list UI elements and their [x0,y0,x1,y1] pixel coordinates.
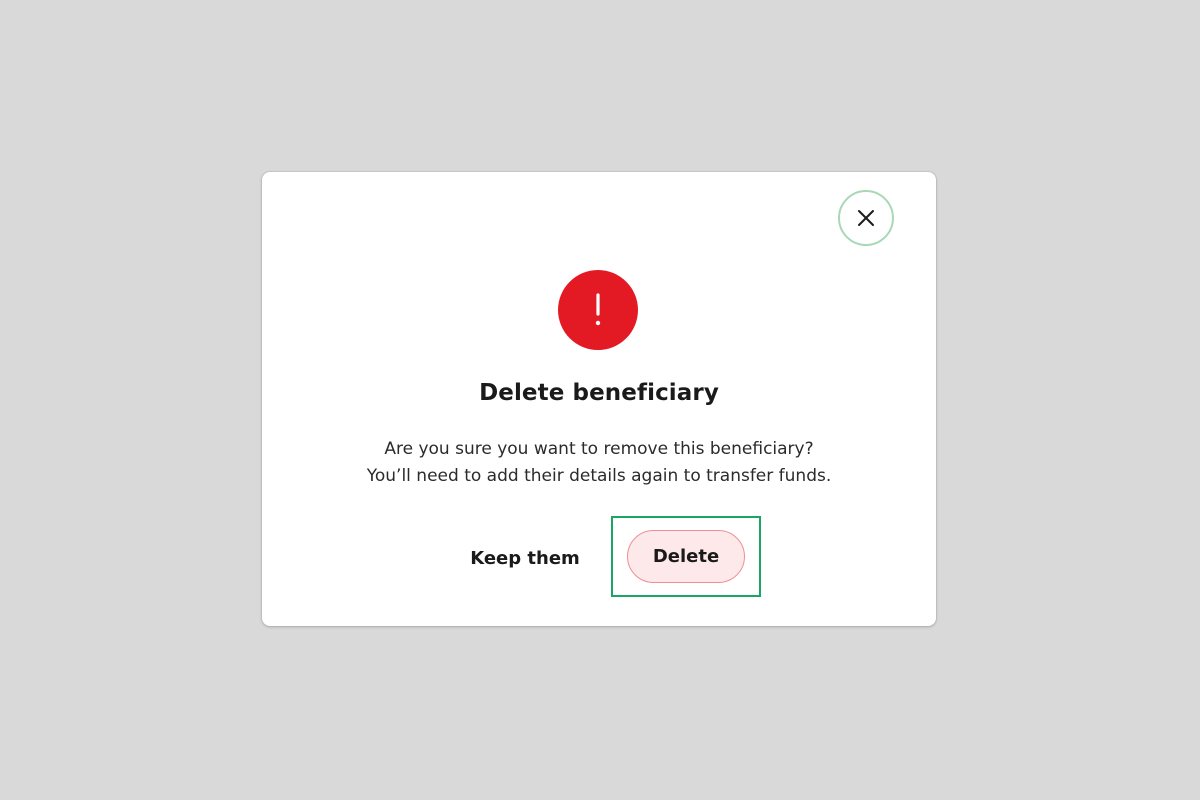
close-button[interactable] [838,190,894,246]
exclamation-icon [595,293,601,326]
dialog-message: Are you sure you want to remove this ben… [262,436,936,490]
delete-beneficiary-dialog: Delete beneficiary Are you sure you want… [262,172,936,626]
alert-badge [558,270,638,350]
message-line: You’ll need to add their details again t… [366,466,832,486]
keep-them-button[interactable]: Keep them [460,538,590,578]
dialog-title: Delete beneficiary [479,380,719,406]
delete-button[interactable]: Delete [627,530,745,583]
message-line: Are you sure you want to remove this ben… [384,439,814,459]
close-icon [858,210,874,226]
